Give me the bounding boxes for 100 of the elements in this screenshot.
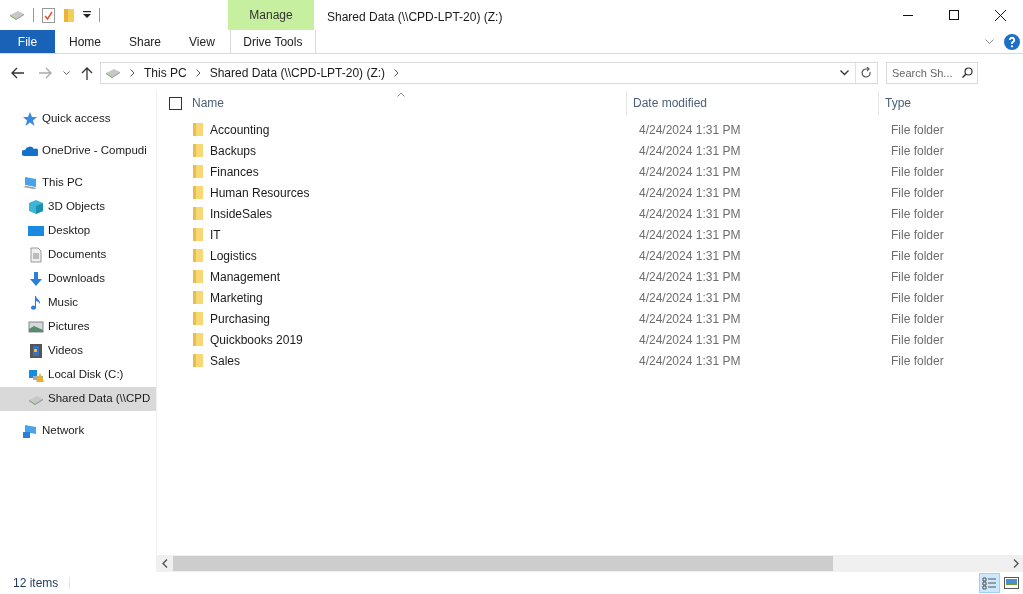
folder-icon bbox=[193, 312, 203, 325]
file-type: File folder bbox=[891, 142, 944, 160]
column-header[interactable]: Type bbox=[879, 94, 1023, 112]
ribbon-tab[interactable]: Share bbox=[115, 30, 176, 53]
folder-icon bbox=[193, 354, 203, 367]
large-icons-view-icon[interactable] bbox=[1004, 577, 1019, 589]
refresh-icon[interactable] bbox=[861, 67, 872, 79]
breadcrumb[interactable]: Shared Data (\\CPD-LPT-20) (Z:) bbox=[209, 64, 386, 82]
folder-icon bbox=[193, 207, 203, 220]
details-view-button[interactable] bbox=[979, 573, 1000, 593]
sidebar-item[interactable]: Shared Data (\\CPD bbox=[0, 387, 156, 411]
scroll-right-icon[interactable] bbox=[1013, 559, 1019, 568]
pictures-icon bbox=[28, 319, 44, 335]
computer-icon bbox=[22, 175, 38, 191]
up-arrow-icon[interactable] bbox=[81, 66, 93, 80]
sidebar-item[interactable]: Downloads bbox=[0, 267, 156, 291]
file-name[interactable]: Marketing bbox=[210, 288, 639, 307]
select-all-checkbox[interactable] bbox=[169, 96, 182, 110]
scrollbar-thumb[interactable] bbox=[173, 556, 833, 571]
file-name[interactable]: Backups bbox=[210, 141, 639, 160]
sidebar-item[interactable]: Desktop bbox=[0, 219, 156, 243]
close-icon bbox=[994, 9, 1006, 21]
ribbon-tab[interactable]: Drive Tools bbox=[229, 30, 316, 53]
date-modified: 4/24/2024 1:31 PM bbox=[639, 163, 742, 181]
column-header[interactable]: Name bbox=[192, 94, 626, 112]
ribbon-tab[interactable]: View bbox=[175, 30, 229, 53]
chevron-right-icon[interactable] bbox=[130, 69, 135, 77]
folder-icon bbox=[193, 144, 203, 157]
file-type: File folder bbox=[891, 352, 944, 370]
date-modified: 4/24/2024 1:31 PM bbox=[639, 226, 742, 244]
file-menu-tab[interactable]: File bbox=[0, 30, 55, 53]
sidebar-item[interactable]: Quick access bbox=[0, 107, 156, 131]
file-type: File folder bbox=[891, 184, 944, 202]
chevron-down-icon[interactable] bbox=[840, 70, 849, 76]
file-name[interactable]: Accounting bbox=[210, 120, 639, 139]
window-title: Shared Data (\\CPD-LPT-20) (Z:) bbox=[326, 9, 504, 26]
breadcrumb[interactable]: This PC bbox=[144, 64, 187, 82]
desktop-icon bbox=[28, 223, 44, 239]
file-name[interactable]: Human Resources bbox=[210, 183, 639, 202]
folder-icon bbox=[193, 291, 203, 304]
sidebar-item[interactable]: Pictures bbox=[0, 315, 156, 339]
sidebar-item[interactable]: 3D Objects bbox=[0, 195, 156, 219]
back-arrow-icon[interactable] bbox=[11, 67, 24, 79]
minimize-icon bbox=[903, 14, 913, 16]
help-icon[interactable] bbox=[1004, 33, 1020, 50]
date-modified: 4/24/2024 1:31 PM bbox=[639, 121, 742, 139]
search-icon bbox=[962, 67, 973, 78]
sidebar-item[interactable]: This PC bbox=[0, 171, 156, 195]
file-type: File folder bbox=[891, 268, 944, 286]
sidebar-item[interactable]: OneDrive - Compudi bbox=[0, 139, 156, 163]
drive-warning-icon bbox=[28, 367, 44, 383]
sort-caret-icon bbox=[397, 92, 405, 97]
document-icon bbox=[28, 247, 44, 263]
file-type: File folder bbox=[891, 247, 944, 265]
drive-icon bbox=[105, 67, 121, 79]
date-modified: 4/24/2024 1:31 PM bbox=[639, 268, 742, 286]
file-name[interactable]: IT bbox=[210, 225, 639, 244]
date-modified: 4/24/2024 1:31 PM bbox=[639, 247, 742, 265]
date-modified: 4/24/2024 1:31 PM bbox=[639, 331, 742, 349]
file-name[interactable]: Logistics bbox=[210, 246, 639, 265]
sidebar-item[interactable]: Music bbox=[0, 291, 156, 315]
sidebar-item[interactable]: Network bbox=[0, 419, 156, 443]
ribbon-tab[interactable]: Home bbox=[55, 30, 115, 53]
sidebar-item[interactable]: Local Disk (C:) bbox=[0, 363, 156, 387]
maximize-icon bbox=[949, 10, 959, 20]
chevron-right-icon[interactable] bbox=[195, 69, 201, 77]
column-header[interactable]: Date modified bbox=[627, 94, 878, 112]
sidebar-item[interactable]: Documents bbox=[0, 243, 156, 267]
scroll-left-icon[interactable] bbox=[162, 559, 168, 568]
file-type: File folder bbox=[891, 163, 944, 181]
file-type: File folder bbox=[891, 226, 944, 244]
file-name[interactable]: Purchasing bbox=[210, 309, 639, 328]
item-count: 12 items bbox=[13, 575, 59, 592]
network-icon bbox=[22, 423, 38, 439]
file-name[interactable]: Quickbooks 2019 bbox=[210, 330, 639, 349]
file-name[interactable]: Management bbox=[210, 267, 639, 286]
file-type: File folder bbox=[891, 310, 944, 328]
details-view-icon bbox=[982, 576, 997, 590]
download-arrow-icon bbox=[28, 271, 44, 287]
file-type: File folder bbox=[891, 331, 944, 349]
file-type: File folder bbox=[891, 121, 944, 139]
sidebar-item[interactable]: Videos bbox=[0, 339, 156, 363]
film-icon bbox=[28, 343, 44, 359]
search-field[interactable]: Search Sh... bbox=[886, 62, 978, 84]
folder-icon bbox=[193, 333, 203, 346]
folder-icon bbox=[193, 228, 203, 241]
dropdown-icon[interactable] bbox=[83, 11, 91, 19]
chevron-right-icon[interactable] bbox=[394, 69, 400, 77]
file-name[interactable]: Sales bbox=[210, 351, 639, 370]
chevron-down-icon[interactable] bbox=[63, 70, 70, 76]
file-type: File folder bbox=[891, 205, 944, 223]
drive-icon[interactable] bbox=[9, 9, 25, 21]
file-name[interactable]: InsideSales bbox=[210, 204, 639, 223]
address-bar[interactable]: This PC Shared Data (\\CPD-LPT-20) (Z:) bbox=[100, 62, 878, 84]
folder-icon bbox=[193, 186, 203, 199]
date-modified: 4/24/2024 1:31 PM bbox=[639, 310, 742, 328]
properties-icon[interactable] bbox=[42, 7, 55, 23]
folder-icon bbox=[193, 270, 203, 283]
cube-icon bbox=[28, 199, 44, 215]
file-name[interactable]: Finances bbox=[210, 162, 639, 181]
